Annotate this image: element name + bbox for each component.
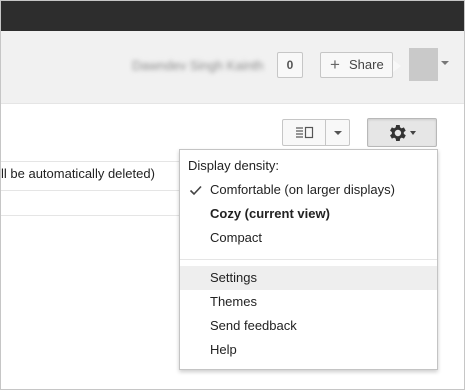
app-window: Dawndev Singh Kainth 0 + Share ll be aut… — [0, 0, 465, 390]
avatar[interactable] — [409, 48, 438, 81]
account-bar: Dawndev Singh Kainth 0 + Share — [1, 31, 464, 104]
menu-item-compact[interactable]: Compact — [180, 226, 437, 250]
share-button[interactable]: + Share — [320, 52, 393, 78]
chevron-down-icon[interactable] — [441, 61, 449, 65]
menu-item-cozy[interactable]: Cozy (current view) — [180, 202, 437, 226]
settings-gear-button[interactable] — [367, 118, 437, 147]
share-callout-arrow — [393, 60, 401, 72]
display-density-heading: Display density: — [188, 158, 280, 173]
menu-separator — [180, 259, 437, 260]
auto-delete-notice: ll be automatically deleted) — [1, 166, 155, 181]
menu-item-themes[interactable]: Themes — [180, 290, 437, 314]
split-pane-icon — [296, 126, 314, 139]
gear-icon — [390, 125, 406, 141]
menu-item-help[interactable]: Help — [180, 338, 437, 362]
divider — [1, 190, 181, 191]
menu-item-comfortable[interactable]: Comfortable (on larger displays) — [180, 178, 437, 202]
notification-count-button[interactable]: 0 — [277, 52, 303, 78]
settings-dropdown-menu: Display density: Comfortable (on larger … — [179, 149, 438, 370]
menu-item-send-feedback[interactable]: Send feedback — [180, 314, 437, 338]
user-name[interactable]: Dawndev Singh Kainth — [132, 58, 264, 73]
view-options-dropdown[interactable] — [325, 119, 350, 146]
share-label: Share — [349, 57, 384, 72]
chevron-down-icon — [410, 131, 416, 135]
plus-icon: + — [330, 55, 340, 74]
top-black-bar — [1, 1, 464, 31]
view-toggle-button[interactable] — [282, 119, 326, 146]
divider — [1, 161, 181, 162]
chevron-down-icon — [334, 131, 342, 135]
checkmark-icon — [189, 185, 202, 196]
divider — [1, 215, 181, 216]
menu-item-settings[interactable]: Settings — [180, 266, 437, 290]
